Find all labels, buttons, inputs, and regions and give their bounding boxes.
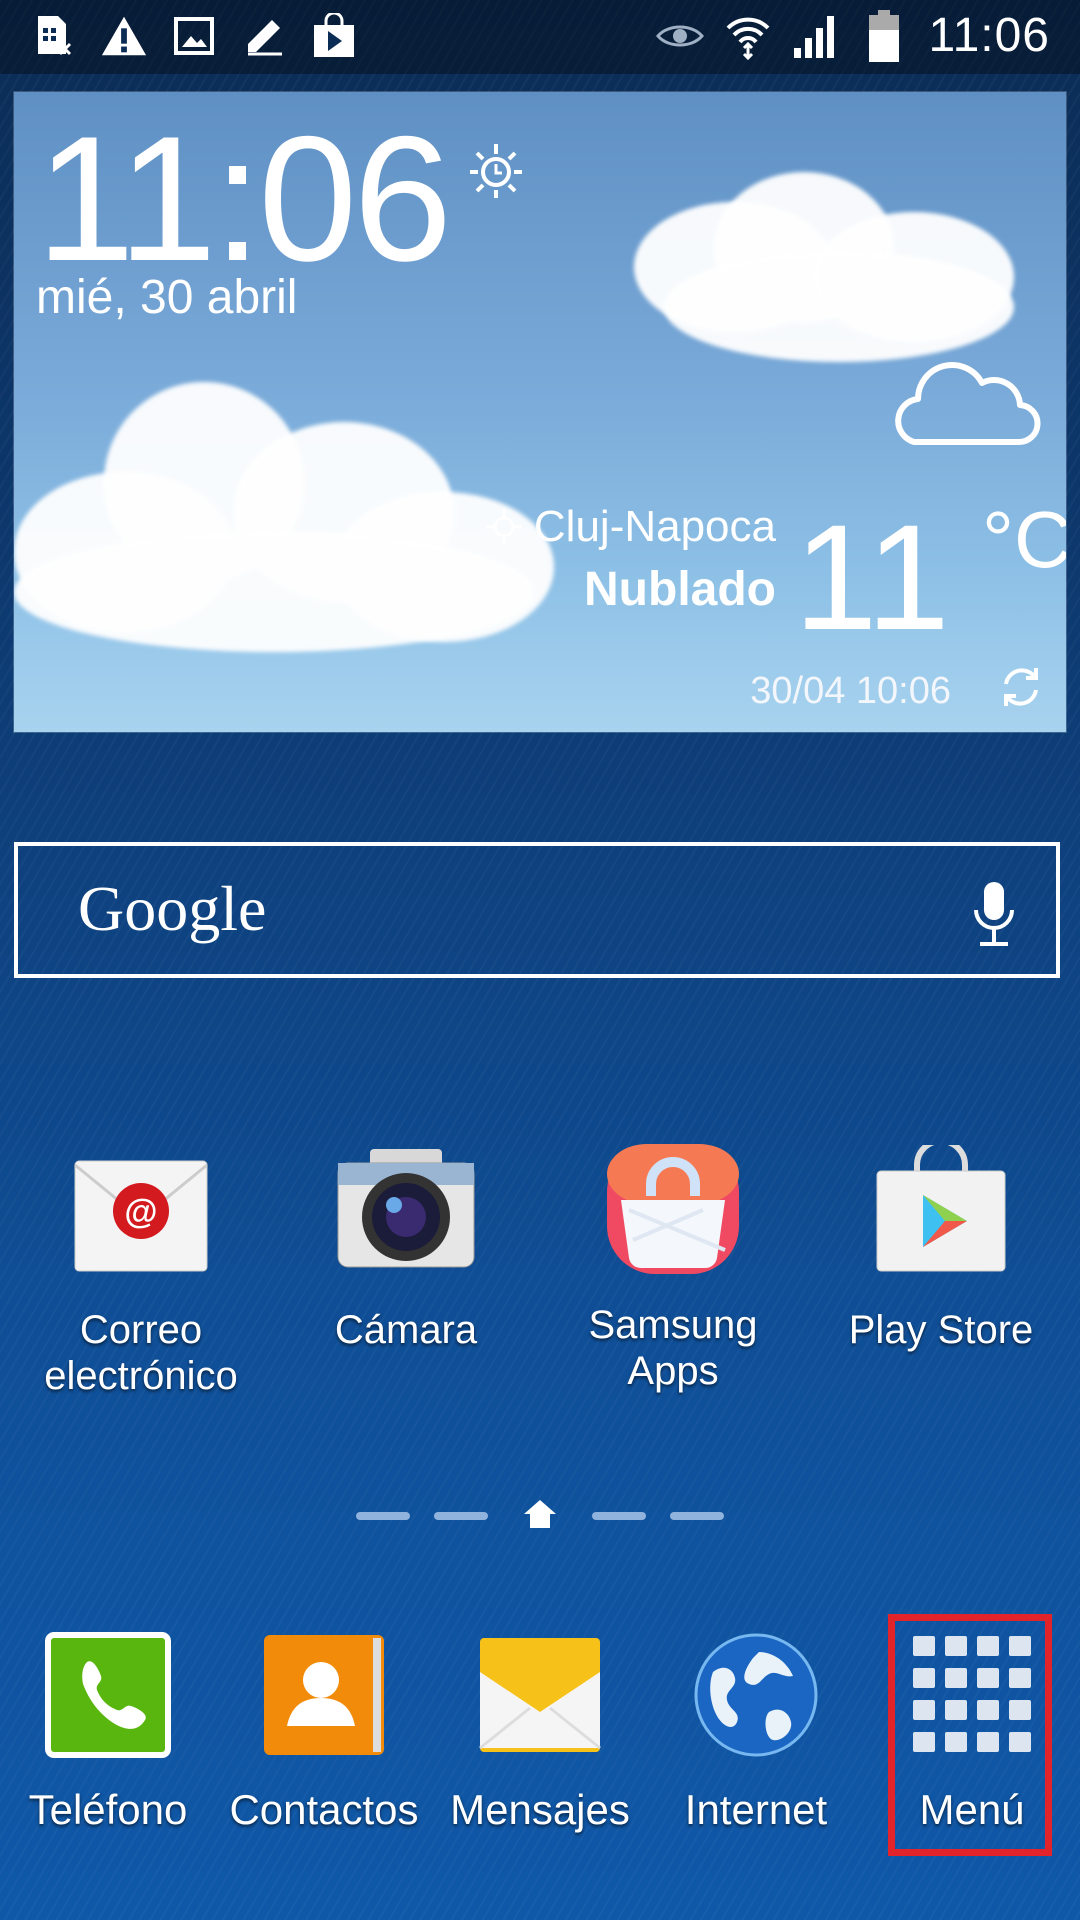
play-store-icon bbox=[871, 1138, 1011, 1285]
notification-icons bbox=[30, 12, 358, 60]
weather-widget[interactable]: 11:06 mié, 30 abril Cluj-Napoca Nublado … bbox=[14, 92, 1066, 732]
app-play-store[interactable]: Play Store bbox=[816, 1138, 1066, 1353]
temperature-value: 11 bbox=[794, 493, 950, 661]
wifi-icon bbox=[724, 12, 772, 60]
contacts-icon bbox=[261, 1632, 387, 1758]
widget-clock[interactable]: 11:06 bbox=[36, 110, 452, 288]
email-icon: @ bbox=[71, 1145, 211, 1285]
battery-icon bbox=[860, 9, 908, 62]
page-indicator[interactable] bbox=[356, 1496, 726, 1536]
status-bar[interactable]: 11:06 bbox=[0, 0, 1080, 74]
location-icon bbox=[485, 509, 522, 545]
google-logo: Google bbox=[78, 873, 267, 944]
pencil-icon bbox=[240, 12, 288, 60]
cloudy-weather-icon bbox=[894, 354, 1044, 454]
image-icon bbox=[170, 12, 218, 60]
eye-icon bbox=[656, 12, 705, 60]
app-email[interactable]: @ Correo electrónico bbox=[16, 1145, 266, 1399]
messages-icon bbox=[477, 1632, 603, 1758]
weather-location[interactable]: Cluj-Napoca bbox=[484, 502, 776, 552]
dock-messages[interactable]: Mensajes bbox=[435, 1632, 645, 1834]
dock-internet[interactable]: Internet bbox=[651, 1632, 861, 1834]
play-store-bag-icon bbox=[310, 12, 358, 60]
app-label: Samsung Apps bbox=[588, 1303, 758, 1393]
sim-off-icon bbox=[30, 12, 78, 60]
city-name: Cluj-Napoca bbox=[533, 502, 776, 551]
alarm-sun-icon bbox=[466, 140, 526, 200]
dock-label: Mensajes bbox=[450, 1786, 630, 1833]
status-time: 11:06 bbox=[928, 9, 1050, 62]
globe-icon bbox=[693, 1632, 819, 1758]
warning-icon bbox=[100, 12, 148, 60]
app-label: Correo electrónico bbox=[44, 1308, 238, 1398]
google-search-bar[interactable]: Google bbox=[14, 842, 1060, 978]
phone-icon bbox=[45, 1632, 171, 1758]
signal-icon bbox=[792, 12, 840, 60]
dock-label: Contactos bbox=[229, 1786, 419, 1833]
widget-date: mié, 30 abril bbox=[36, 271, 298, 324]
last-updated: 30/04 10:06 bbox=[750, 670, 951, 712]
refresh-icon[interactable] bbox=[996, 662, 1046, 712]
microphone-icon[interactable] bbox=[972, 880, 1016, 950]
dock-contacts[interactable]: Contactos bbox=[219, 1632, 429, 1834]
menu-highlight-box bbox=[888, 1614, 1052, 1856]
app-label: Play Store bbox=[848, 1308, 1034, 1352]
dock-phone[interactable]: Teléfono bbox=[3, 1632, 213, 1834]
dock-label: Teléfono bbox=[28, 1786, 188, 1833]
app-camera[interactable]: Cámara bbox=[281, 1145, 531, 1353]
camera-icon bbox=[336, 1145, 476, 1285]
weather-condition: Nublado bbox=[584, 563, 776, 616]
app-samsung-apps[interactable]: Samsung Apps bbox=[548, 1140, 798, 1394]
svg-text:@: @ bbox=[124, 1193, 157, 1231]
dock-label: Internet bbox=[684, 1786, 828, 1833]
app-label: Cámara bbox=[334, 1308, 478, 1352]
temperature-unit: °C bbox=[982, 495, 1066, 584]
samsung-apps-icon bbox=[603, 1140, 743, 1280]
